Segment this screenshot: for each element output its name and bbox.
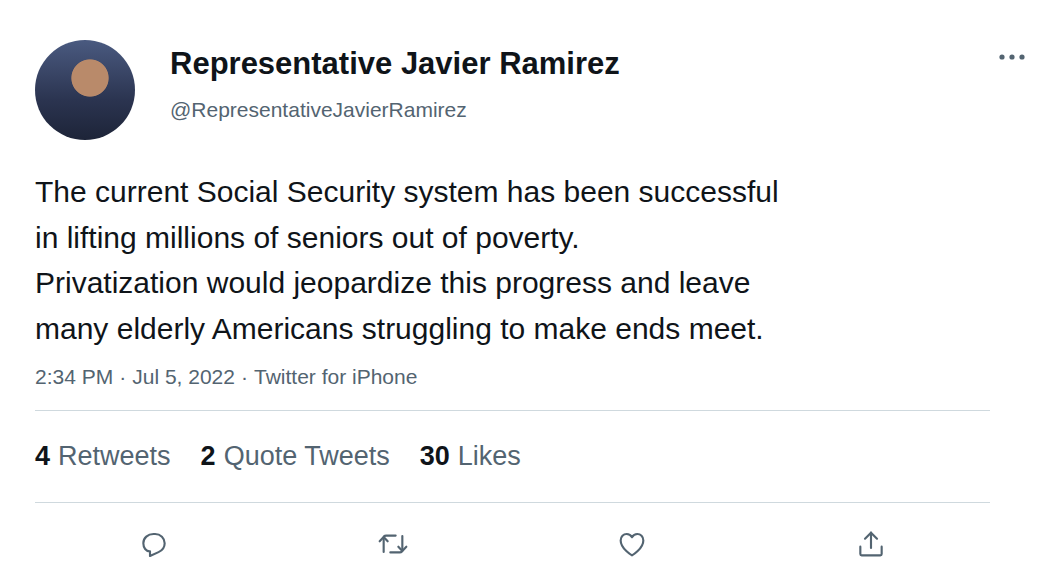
tweet-text-line: The current Social Security system has b… (35, 169, 990, 215)
divider (35, 410, 990, 411)
tweet-page: Representative Javier Ramirez @Represent… (0, 0, 1050, 570)
more-icon[interactable] (998, 52, 1026, 62)
stat-label: Likes (458, 437, 521, 475)
author-handle[interactable]: @RepresentativeJavierRamirez (170, 96, 620, 124)
tweet-header: Representative Javier Ramirez @Represent… (35, 40, 990, 140)
stat-count: 2 (201, 437, 216, 475)
tweet-time[interactable]: 2:34 PM (35, 363, 113, 391)
stat-count: 30 (420, 437, 450, 475)
tweet-text: The current Social Security system has b… (35, 169, 990, 351)
avatar[interactable] (35, 40, 135, 140)
stat-count: 4 (35, 437, 50, 475)
separator: · (241, 363, 248, 391)
separator: · (119, 363, 126, 391)
tweet-text-line: in lifting millions of seniors out of po… (35, 215, 990, 261)
reply-icon[interactable] (138, 528, 170, 560)
author: Representative Javier Ramirez @Represent… (170, 40, 620, 124)
divider (35, 502, 990, 503)
share-icon[interactable] (855, 528, 887, 560)
tweet-stats: 4 Retweets 2 Quote Tweets 30 Likes (35, 411, 990, 502)
stat[interactable]: 4 Retweets (35, 437, 171, 475)
author-name[interactable]: Representative Javier Ramirez (170, 44, 620, 84)
avatar-photo (35, 40, 135, 140)
tweet-text-line: Privatization would jeopardize this prog… (35, 260, 990, 306)
stat-label: Quote Tweets (224, 437, 390, 475)
stat-label: Retweets (58, 437, 171, 475)
tweet-meta: 2:34 PM · Jul 5, 2022 · Twitter for iPho… (35, 363, 990, 391)
retweet-icon[interactable] (377, 528, 409, 560)
tweet-text-line: many elderly Americans struggling to mak… (35, 306, 990, 352)
tweet-source[interactable]: Twitter for iPhone (254, 363, 417, 391)
tweet-actions (35, 503, 990, 560)
tweet-date[interactable]: Jul 5, 2022 (132, 363, 235, 391)
stat[interactable]: 2 Quote Tweets (201, 437, 390, 475)
like-icon[interactable] (616, 528, 648, 560)
stat[interactable]: 30 Likes (420, 437, 521, 475)
